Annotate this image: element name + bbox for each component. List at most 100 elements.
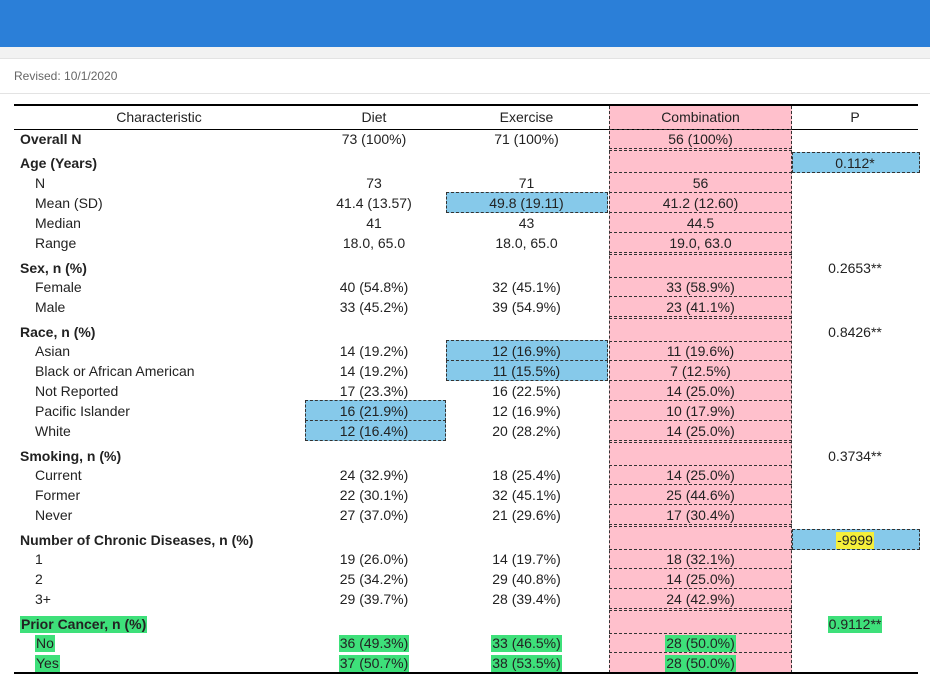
exercise-value: 16 (22.5%) [492, 383, 561, 399]
exercise-cell: 14 (19.7%) [444, 549, 609, 569]
exercise-value: 71 [518, 175, 535, 191]
p-cell [792, 485, 918, 505]
diet-value: 37 (50.7%) [338, 655, 410, 672]
exercise-cell: 33 (46.5%) [444, 633, 609, 653]
diet-cell: 25 (34.2%) [304, 569, 444, 589]
exercise-cell: 21 (29.6%) [444, 505, 609, 525]
revised-date: Revised: 10/1/2020 [14, 69, 118, 83]
row-label: Smoking, n (%) [20, 446, 300, 466]
diet-value: 17 (23.3%) [339, 383, 409, 399]
exercise-value: 14 (19.7%) [492, 551, 561, 567]
diet-cell: 17 (23.3%) [304, 381, 444, 401]
combination-cell [609, 446, 792, 466]
p-cell [792, 341, 918, 361]
table-row: Former 22 (30.1%) 32 (45.1%) 25 (44.6%) [14, 485, 918, 505]
exercise-cell: 12 (16.9%) [444, 341, 609, 361]
exercise-value: 38 (53.5%) [491, 655, 562, 672]
combination-cell: 14 (25.0%) [609, 421, 792, 441]
row-label: Yes [35, 653, 315, 673]
exercise-value: 12 (16.9%) [492, 343, 561, 359]
p-cell [792, 633, 918, 653]
p-cell [792, 569, 918, 589]
combination-cell: 14 (25.0%) [609, 569, 792, 589]
combination-dashed-rule [609, 610, 792, 611]
table-row: N 73 71 56 [14, 173, 918, 193]
table-row: Number of Chronic Diseases, n (%) -9999 [14, 530, 918, 550]
diet-value: 16 (21.9%) [339, 403, 409, 419]
top-bar [0, 0, 930, 47]
diet-cell: 73 (100%) [304, 129, 444, 149]
diet-cell: 22 (30.1%) [304, 485, 444, 505]
header-p: P [850, 109, 860, 125]
diet-cell [304, 614, 444, 634]
row-label-text: Male [35, 299, 66, 315]
diet-value: 14 (19.2%) [339, 343, 409, 359]
combination-cell: 44.5 [609, 213, 792, 233]
table-top-rule [14, 104, 918, 106]
row-label-text: Prior Cancer, n (%) [20, 616, 148, 633]
table-row: Range 18.0, 65.0 18.0, 65.0 19.0, 63.0 [14, 233, 918, 253]
diet-cell: 18.0, 65.0 [304, 233, 444, 253]
row-label: Median [35, 213, 315, 233]
diet-value: 25 (34.2%) [339, 571, 409, 587]
exercise-cell: 28 (39.4%) [444, 589, 609, 609]
combination-cell: 28 (50.0%) [609, 633, 792, 653]
header-diet: Diet [361, 109, 387, 125]
exercise-cell: 16 (22.5%) [444, 381, 609, 401]
row-label-text: Overall N [20, 131, 82, 147]
exercise-cell: 12 (16.9%) [444, 401, 609, 421]
exercise-cell: 38 (53.5%) [444, 653, 609, 673]
row-label-text: Age (Years) [20, 155, 98, 171]
combination-dashed-rule [609, 254, 792, 255]
combination-value: 14 (25.0%) [666, 467, 735, 483]
exercise-value: 39 (54.9%) [492, 299, 561, 315]
table-row: Prior Cancer, n (%) 0.9112** [14, 614, 918, 634]
table-row: Black or African American 14 (19.2%) 11 (1… [14, 361, 918, 381]
combination-cell: 17 (30.4%) [609, 505, 792, 525]
combination-cell [609, 153, 792, 173]
combination-value: 14 (25.0%) [666, 571, 735, 587]
table-row: Sex, n (%) 0.2653** [14, 258, 918, 278]
diet-cell: 40 (54.8%) [304, 277, 444, 297]
p-cell: 0.112* [792, 153, 918, 173]
row-label: Race, n (%) [20, 322, 300, 342]
combination-value: 28 (50.0%) [665, 655, 736, 672]
diet-cell: 16 (21.9%) [304, 401, 444, 421]
exercise-value: 12 (16.9%) [492, 403, 561, 419]
table-row: 1 19 (26.0%) 14 (19.7%) 18 (32.1%) [14, 549, 918, 569]
combination-value: 10 (17.9%) [666, 403, 735, 419]
combination-value: 56 (100%) [668, 131, 733, 147]
row-label-text: N [35, 175, 46, 191]
table-row: Yes 37 (50.7%) 38 (53.5%) 28 (50.0%) [14, 653, 918, 673]
row-label-text: Number of Chronic Diseases, n (%) [20, 532, 254, 548]
p-cell [792, 589, 918, 609]
p-value: 0.2653** [828, 260, 882, 276]
p-value: 0.9112** [827, 616, 883, 633]
combination-value: 19.0, 63.0 [669, 235, 732, 251]
combination-cell: 56 (100%) [609, 129, 792, 149]
exercise-value: 32 (45.1%) [492, 279, 561, 295]
row-label-text: Asian [35, 343, 71, 359]
diet-value: 41 [366, 215, 382, 231]
exercise-cell: 39 (54.9%) [444, 297, 609, 317]
table-row: Current 24 (32.9%) 18 (25.4%) 14 (25.0%) [14, 465, 918, 485]
diet-value: 14 (19.2%) [339, 363, 409, 379]
p-cell [792, 381, 918, 401]
exercise-value: 49.8 (19.11) [489, 195, 564, 211]
combination-cell: 19.0, 63.0 [609, 233, 792, 253]
diet-cell: 27 (37.0%) [304, 505, 444, 525]
combination-cell: 25 (44.6%) [609, 485, 792, 505]
p-value: 0.8426** [828, 324, 882, 340]
exercise-cell [444, 258, 609, 278]
table-row: Not Reported 17 (23.3%) 16 (22.5%) 14 (25.0… [14, 381, 918, 401]
p-cell [792, 129, 918, 149]
exercise-cell: 32 (45.1%) [444, 277, 609, 297]
diet-value: 36 (49.3%) [338, 635, 410, 652]
exercise-cell [444, 153, 609, 173]
p-cell: 0.2653** [792, 258, 918, 278]
row-label: Pacific Islander [35, 401, 315, 421]
combination-cell [609, 322, 792, 342]
table-row: Median 41 43 44.5 [14, 213, 918, 233]
row-label: White [35, 421, 315, 441]
row-label: Overall N [20, 129, 300, 149]
